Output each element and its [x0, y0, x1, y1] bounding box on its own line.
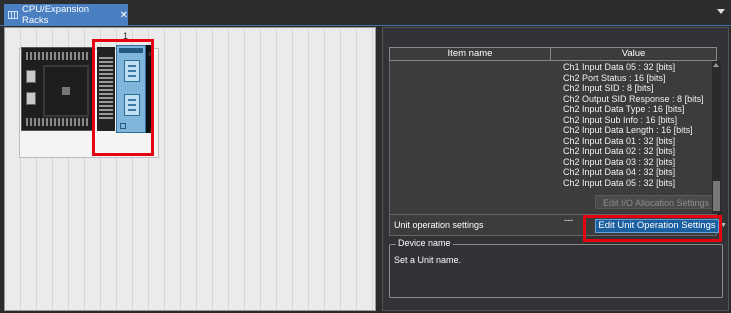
- unit-connector-2: [124, 94, 140, 116]
- list-item: Ch2 Input Sub Info : 16 [bits]: [563, 114, 678, 125]
- ethernet-port-2: [26, 92, 36, 105]
- terminal-block-top: [26, 52, 90, 60]
- expansion-connector: [97, 47, 115, 131]
- device-name-description: Set a Unit name.: [394, 255, 462, 265]
- property-grid-body: Ch1 Input Data 05 : 32 [bits] Ch2 Port S…: [389, 61, 717, 214]
- device-name-legend: Device name: [396, 238, 453, 248]
- io-allocation-value-list: Ch1 Input Data 05 : 32 [bits] Ch2 Port S…: [563, 62, 711, 188]
- list-item: Ch2 Input Data 02 : 32 [bits]: [563, 146, 676, 156]
- list-item: Ch1 Input Data 05 : 32 [bits]: [563, 62, 676, 72]
- unit-properties-panel: Item name Value Ch1 Input Data 05 : 32 […: [382, 27, 729, 311]
- document-tab-bar: CPU/Expansion Racks ✕: [0, 0, 731, 26]
- chevron-down-icon[interactable]: ▼: [146, 51, 154, 59]
- list-item: Ch2 Input Data Length : 16 [bits]: [563, 125, 693, 135]
- list-item: Ch2 Input Data 05 : 32 [bits]: [563, 177, 676, 188]
- list-item: Ch2 Input Data 04 : 32 [bits]: [563, 167, 676, 177]
- device-name-group: Device name Set a Unit name.: [389, 238, 723, 298]
- rack-icon: [8, 10, 18, 20]
- edit-unit-operation-settings-button[interactable]: Edit Unit Operation Settings: [595, 219, 719, 233]
- list-item: Ch2 Input Data 01 : 32 [bits]: [563, 135, 676, 146]
- unit-operation-settings-row: Unit operation settings --- Edit Unit Op…: [389, 214, 727, 236]
- info-icon[interactable]: i: [150, 124, 153, 134]
- list-item: Ch2 Input Data 03 : 32 [bits]: [563, 156, 676, 167]
- io-unit-slot-1[interactable]: [116, 45, 146, 133]
- terminal-block-bottom: [26, 118, 90, 126]
- unit-operation-settings-label: Unit operation settings: [394, 220, 484, 230]
- property-grid-header: Item name Value: [389, 47, 717, 61]
- close-icon[interactable]: ✕: [120, 10, 128, 21]
- tab-cpu-expansion-racks[interactable]: CPU/Expansion Racks ✕: [4, 4, 128, 26]
- edit-io-allocation-button[interactable]: Edit I/O Allocation Settings: [595, 195, 717, 209]
- scrollbar-thumb[interactable]: [713, 181, 720, 211]
- list-item: Ch2 Input SID : 8 [bits]: [563, 83, 654, 93]
- column-header-item-name: Item name: [390, 48, 551, 60]
- slot-number: 1: [123, 31, 129, 41]
- tab-overflow-dropdown-icon[interactable]: [717, 9, 725, 14]
- cpu-front-panel: [43, 65, 89, 117]
- ethernet-port-1: [26, 70, 36, 83]
- scroll-down-icon[interactable]: ▼: [720, 222, 727, 229]
- list-item: Ch2 Input Data Type : 16 [bits]: [563, 104, 685, 114]
- column-header-value: Value: [621, 48, 646, 59]
- tab-label: CPU/Expansion Racks: [22, 4, 90, 26]
- list-item: Ch2 Output SID Response : 8 [bits]: [563, 93, 704, 104]
- list-item: Ch2 Port Status : 16 [bits]: [563, 72, 666, 83]
- cpu-unit[interactable]: [21, 47, 95, 131]
- unit-connector-1: [124, 60, 140, 82]
- unit-operation-settings-value: ---: [564, 215, 573, 225]
- scroll-up-icon[interactable]: [713, 63, 719, 67]
- property-grid-scrollbar[interactable]: [712, 61, 721, 216]
- rack-canvas[interactable]: 1 ▼ i: [4, 27, 376, 311]
